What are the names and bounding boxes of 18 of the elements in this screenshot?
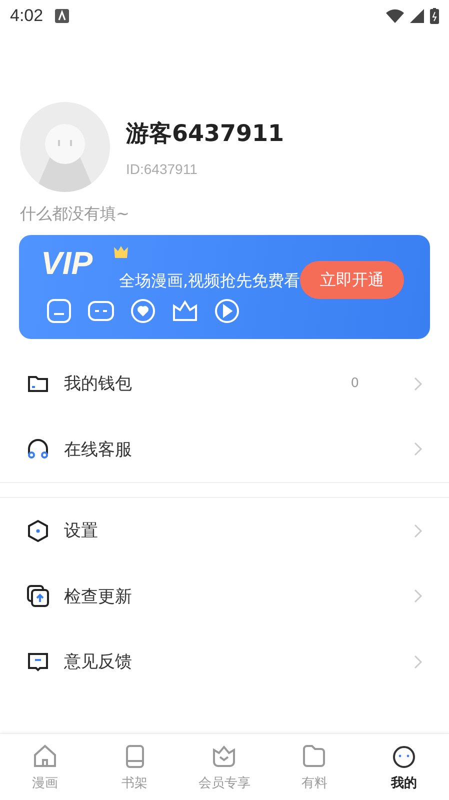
menu-item[interactable]: 设置 (0, 498, 449, 564)
bio-text: 什么都没有填~ (19, 204, 130, 225)
menu-value: 0 (350, 376, 359, 392)
menu-label: 意见反馈 (64, 651, 132, 674)
status-time: 4:02 (10, 6, 44, 26)
menu-label: 检查更新 (64, 586, 132, 608)
menu-item[interactable]: 检查更新 (0, 564, 449, 629)
username: 游客6437911 (126, 120, 284, 148)
menu-item[interactable]: 我的钱包 0 (0, 351, 449, 416)
menu-label: 在线客服 (64, 438, 132, 461)
tab-item[interactable]: 我的 (359, 734, 449, 800)
menu-item[interactable]: 意见反馈 (0, 629, 449, 694)
menu-item[interactable]: 在线客服 (0, 416, 449, 482)
vip-title: VIP (41, 245, 93, 282)
user-id: ID:6437911 (126, 160, 198, 176)
menu-label: 设置 (64, 520, 98, 542)
vip-slogan: 全场漫画,视频抢先免费看 (119, 271, 300, 292)
menu-label: 我的钱包 (64, 373, 132, 396)
